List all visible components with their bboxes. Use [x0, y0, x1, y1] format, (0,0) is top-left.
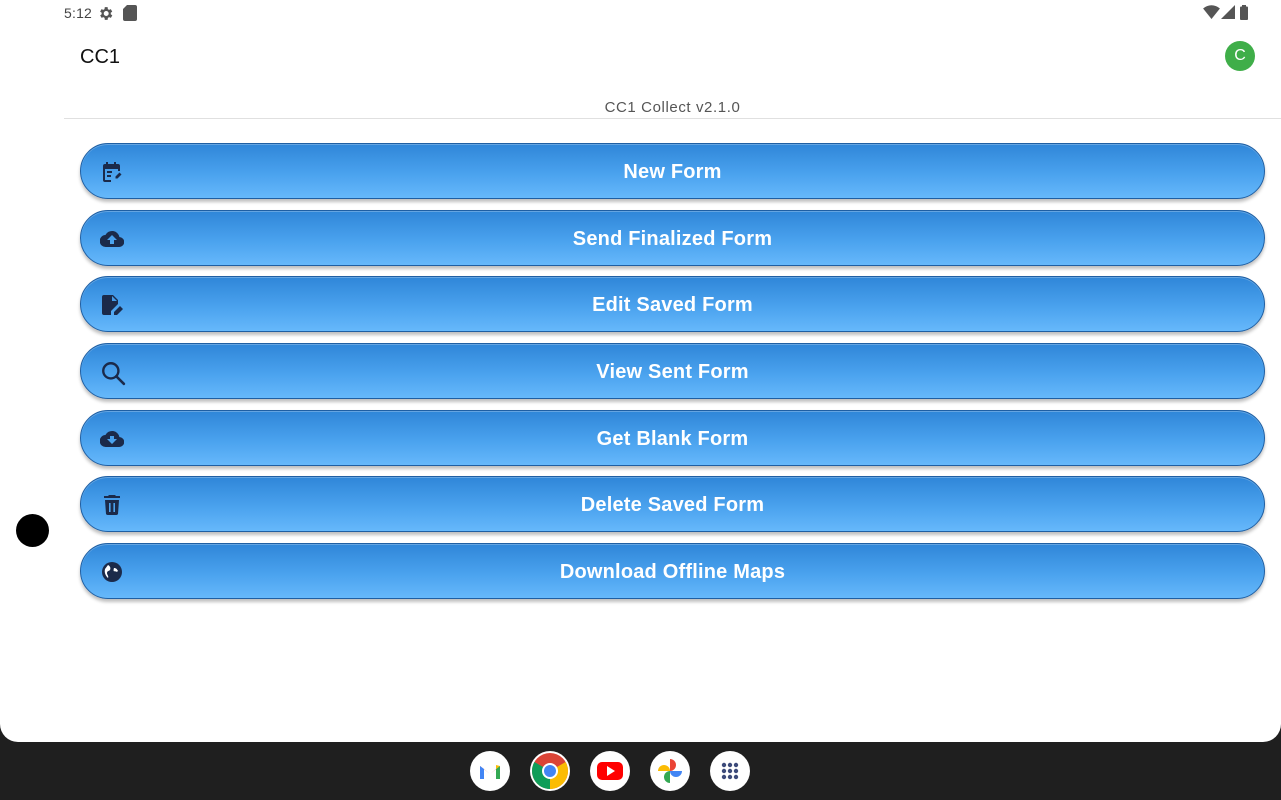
app-title: CC1 [80, 46, 121, 68]
wifi-icon [1203, 5, 1220, 24]
header-divider [64, 118, 1281, 119]
status-bar: 5:12 [0, 0, 1281, 26]
app-screen: 5:12 CC1 C CC1 Collect v2.1.0 New Form S… [0, 0, 1281, 742]
edit-saved-form-label: Edit Saved Form [592, 294, 753, 317]
gmail-icon[interactable] [470, 751, 510, 791]
view-sent-form-button[interactable]: View Sent Form [80, 343, 1265, 400]
chrome-icon[interactable] [530, 751, 570, 791]
taskbar [0, 742, 1281, 800]
new-form-label: New Form [623, 161, 722, 183]
get-blank-form-button[interactable]: Get Blank Form [80, 409, 1265, 466]
send-finalized-form-label: Send Finalized Form [572, 227, 773, 250]
floating-touch-dot[interactable] [16, 514, 49, 547]
main-menu: New Form Send Finalized Form Edit Saved … [80, 143, 1265, 610]
download-offline-maps-button[interactable]: Download Offline Maps [80, 543, 1265, 600]
settings-gear-icon [97, 5, 114, 27]
send-finalized-form-button[interactable]: Send Finalized Form [80, 209, 1265, 266]
delete-saved-form-button[interactable]: Delete Saved Form [80, 476, 1265, 533]
get-blank-form-label: Get Blank Form [596, 427, 749, 450]
app-drawer-icon[interactable] [710, 751, 750, 791]
battery-icon [1240, 5, 1248, 25]
view-sent-form-label: View Sent Form [596, 361, 749, 384]
edit-saved-form-button[interactable]: Edit Saved Form [80, 276, 1265, 333]
download-offline-maps-label: Download Offline Maps [559, 561, 786, 584]
version-text: CC1 Collect v2.1.0 [604, 99, 741, 116]
new-form-button[interactable]: New Form [80, 143, 1265, 199]
cell-signal-icon [1221, 5, 1235, 24]
youtube-icon[interactable] [590, 751, 630, 791]
photos-icon[interactable] [650, 751, 690, 791]
status-time: 5:12 [64, 5, 93, 21]
delete-saved-form-label: Delete Saved Form [580, 494, 765, 517]
sd-card-icon [123, 5, 137, 26]
account-avatar[interactable]: C [1225, 41, 1255, 71]
